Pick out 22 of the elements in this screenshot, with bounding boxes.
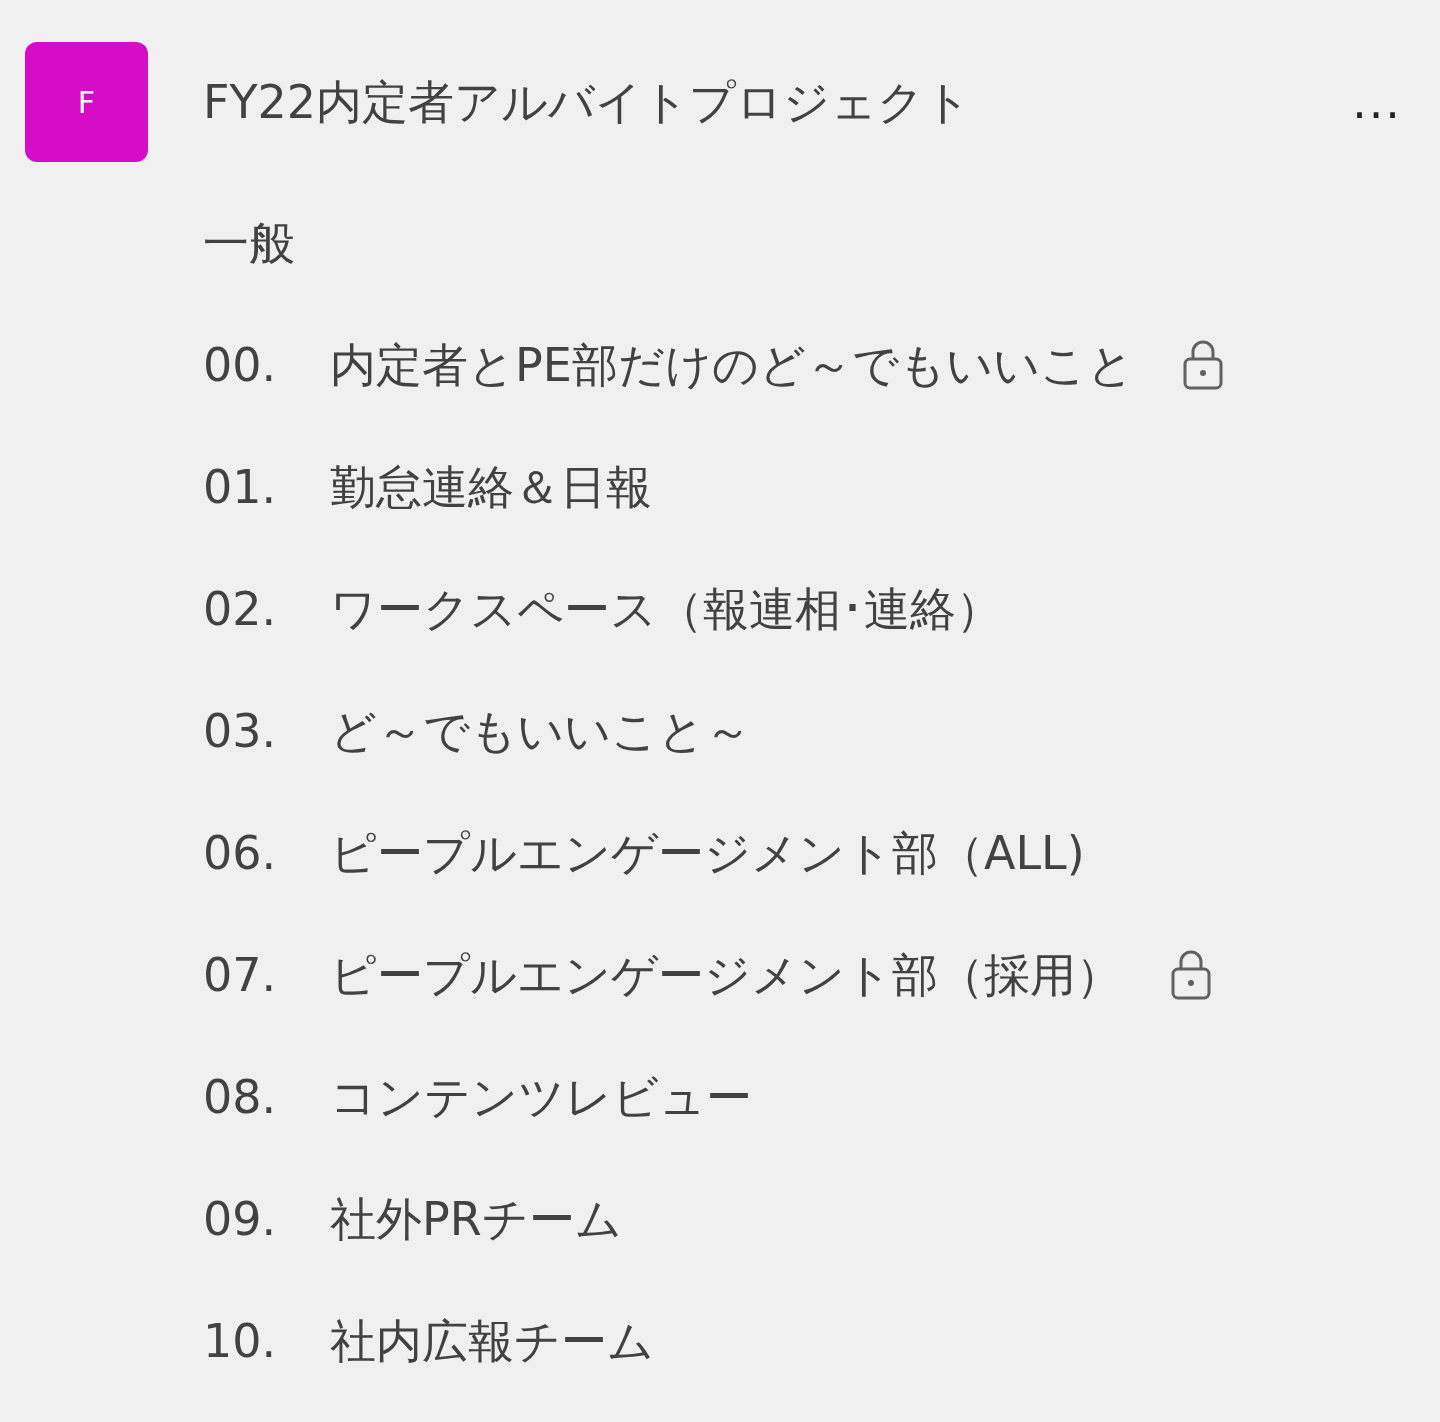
- channel-name[interactable]: 社内広報チーム: [330, 1306, 654, 1376]
- channel-number: 08.: [203, 1068, 278, 1126]
- channel-number: 02.: [203, 580, 278, 638]
- channel-number: 01.: [203, 458, 278, 516]
- team-name[interactable]: FY22内定者アルバイトプロジェクト: [203, 79, 972, 125]
- more-options-button[interactable]: ...: [1352, 79, 1402, 125]
- channel-number: 03.: [203, 702, 278, 760]
- channel-name[interactable]: 社外PRチーム: [330, 1184, 622, 1254]
- channel-number: 10.: [203, 1312, 278, 1370]
- channel-name[interactable]: ど～でもいいこと～: [330, 696, 751, 766]
- channel-name[interactable]: 勤怠連絡＆日報: [330, 452, 652, 522]
- channel-name[interactable]: ワークスペース（報連相･連絡）: [330, 574, 1002, 644]
- channel-name[interactable]: 一般: [203, 208, 295, 278]
- channel-number: 09.: [203, 1190, 278, 1248]
- channel-number: 00.: [203, 336, 278, 394]
- team-avatar[interactable]: F: [25, 42, 148, 162]
- channel-name[interactable]: コンテンツレビュー: [330, 1062, 752, 1132]
- channel-name[interactable]: ピープルエンゲージメント部（採用）: [330, 940, 1122, 1010]
- channel-number: 07.: [203, 946, 278, 1004]
- channel-number: 06.: [203, 824, 278, 882]
- channel-name[interactable]: 内定者とPE部だけのど～でもいいこと: [330, 330, 1134, 400]
- channel-name[interactable]: ピープルエンゲージメント部（ALL): [330, 818, 1085, 888]
